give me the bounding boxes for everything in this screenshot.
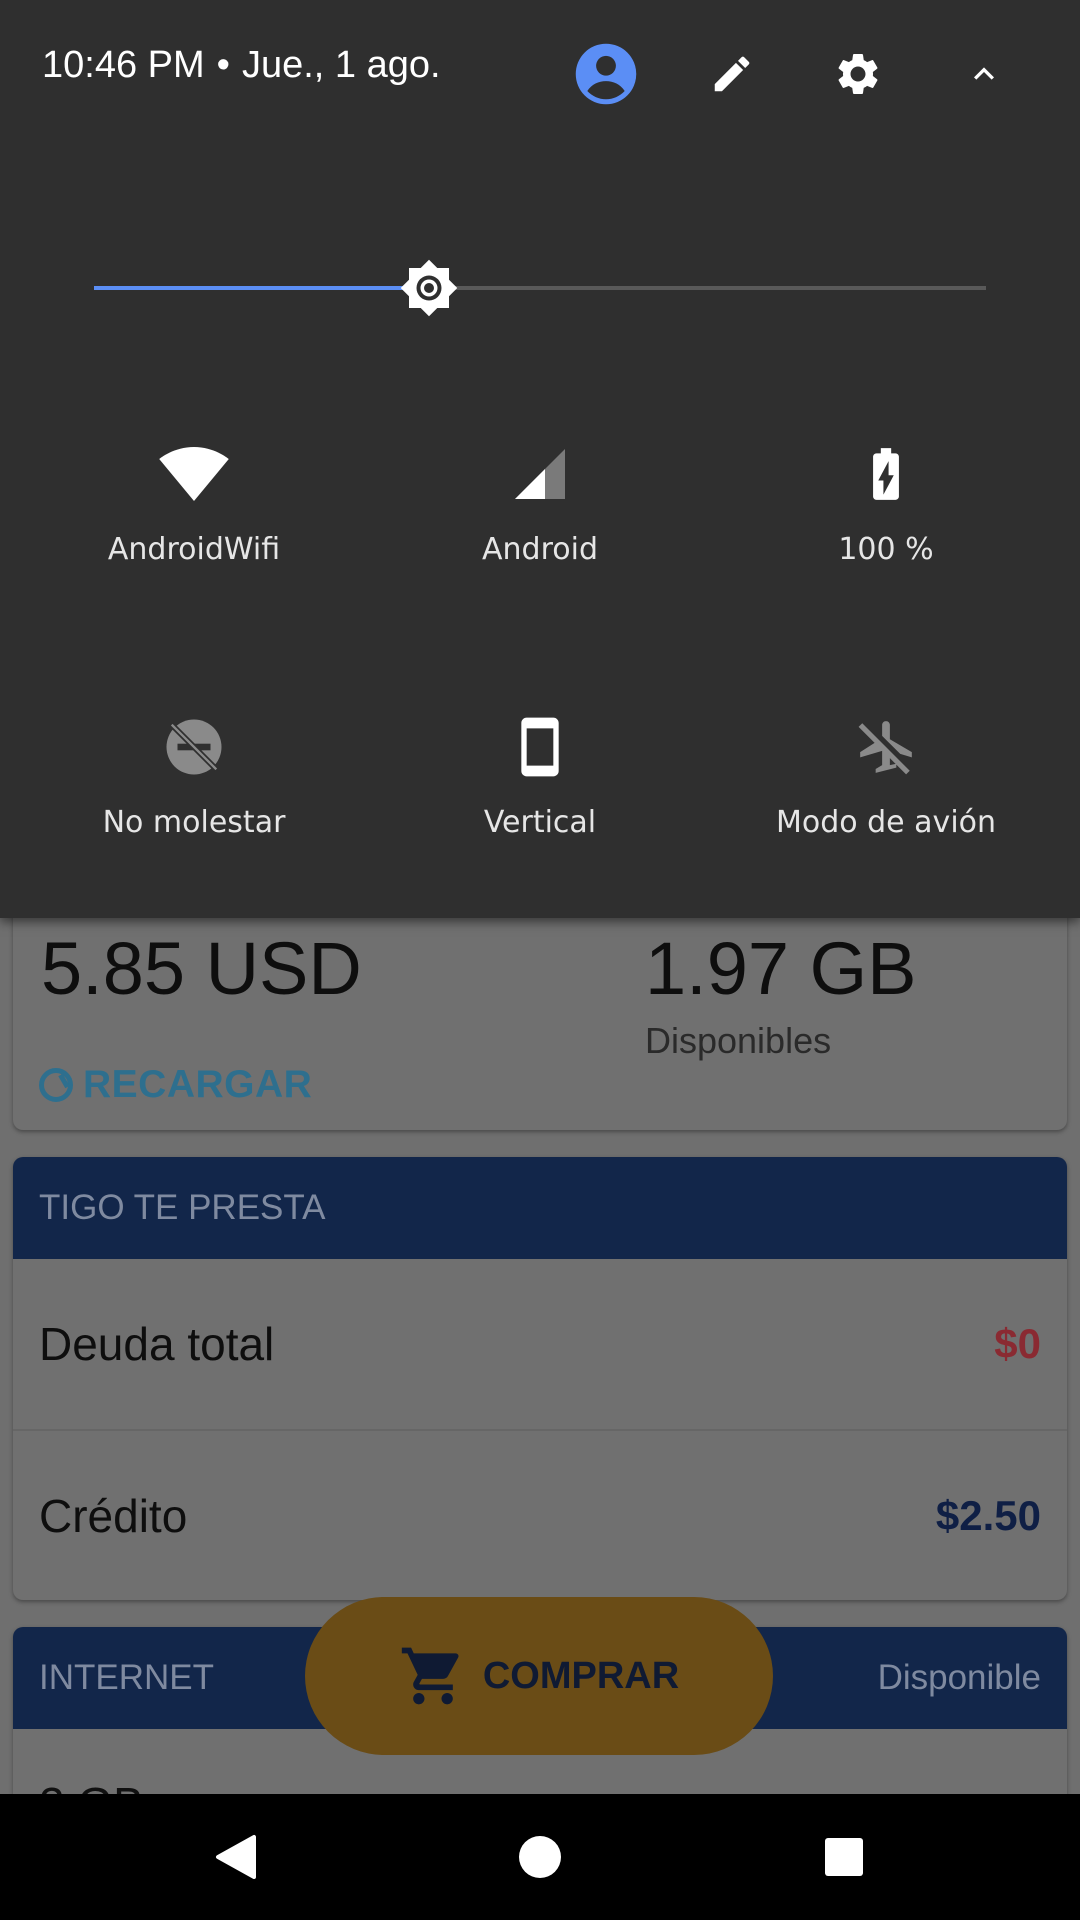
chevron-up-icon [974,67,994,80]
home-circle-icon [519,1836,561,1878]
battery-charging-icon [873,448,899,500]
pencil-icon [714,56,750,92]
tile-airplane-mode[interactable]: Modo de avión [736,707,1036,840]
clock: 10:46 PM [42,44,205,86]
tile-do-not-disturb[interactable]: No molestar [44,707,344,840]
navigation-bar [0,1794,1080,1920]
collapse-button[interactable] [948,38,1020,110]
debt-value: $0 [994,1320,1041,1367]
presta-title: TIGO TE PRESTA [39,1188,326,1227]
brightness-slider[interactable] [94,258,986,318]
signal-icon [515,449,565,499]
tile-battery[interactable]: 100 % [736,434,1036,567]
user-switch-button[interactable] [570,38,642,110]
tile-rotation[interactable]: Vertical [390,707,690,840]
credit-value: $2.50 [935,1492,1041,1539]
buy-label: COMPRAR [482,1654,680,1697]
brightness-thumb-icon[interactable] [399,258,459,318]
data-available-label: Disponibles [645,1020,832,1061]
recents-button[interactable] [811,1824,877,1890]
cart-icon [401,1647,459,1705]
credit-label: Crédito [39,1490,188,1542]
quick-settings-panel: 10:46 PM • Jue., 1 ago. AndroidWifi Andr… [0,0,1080,918]
recharge-label: RECARGAR [83,1063,313,1106]
separator-dot: • [216,44,230,86]
tile-mobile-data[interactable]: Android [390,434,690,567]
presta-header: TIGO TE PRESTA [13,1157,1067,1259]
tile-dnd-label: No molestar [102,805,286,840]
buy-button[interactable]: COMPRAR [305,1597,773,1755]
tile-wifi[interactable]: AndroidWifi [44,434,344,567]
tile-mobile-label: Android [482,532,598,567]
internet-title: INTERNET [39,1658,214,1697]
tile-wifi-label: AndroidWifi [107,532,281,567]
brightness-fill [94,286,429,290]
debt-row[interactable]: Deuda total $0 [13,1259,1067,1431]
wifi-icon [159,447,229,501]
back-triangle-icon [216,1835,256,1879]
account-circle-icon [575,43,637,105]
internet-package-amount: 2 GB [39,1777,144,1794]
recharge-icon [39,1068,73,1102]
credit-row[interactable]: Crédito $2.50 [13,1431,1067,1600]
edit-tiles-button[interactable] [696,38,768,110]
tigo-presta-card: TIGO TE PRESTA Deuda total $0 Crédito $2… [13,1157,1067,1600]
tile-rotation-label: Vertical [483,805,597,840]
debt-label: Deuda total [39,1318,275,1370]
gear-icon [838,53,878,94]
recents-square-icon [825,1838,863,1876]
recharge-button[interactable]: RECARGAR [39,1063,312,1107]
settings-button[interactable] [822,38,894,110]
back-button[interactable] [203,1824,269,1890]
airplane-off-icon [858,721,912,775]
date-time: 10:46 PM • Jue., 1 ago. [42,44,441,87]
internet-status: Disponible [877,1658,1041,1697]
tile-battery-label: 100 % [838,532,934,567]
tile-airplane-label: Modo de avión [775,805,997,840]
phone-portrait-icon [521,717,559,777]
balance-amount: 5.85 USD [41,927,362,1010]
data-amount: 1.97 GB [645,927,917,1010]
date: Jue., 1 ago. [241,44,441,86]
do-not-disturb-off-icon [166,719,222,775]
home-button[interactable] [507,1824,573,1890]
